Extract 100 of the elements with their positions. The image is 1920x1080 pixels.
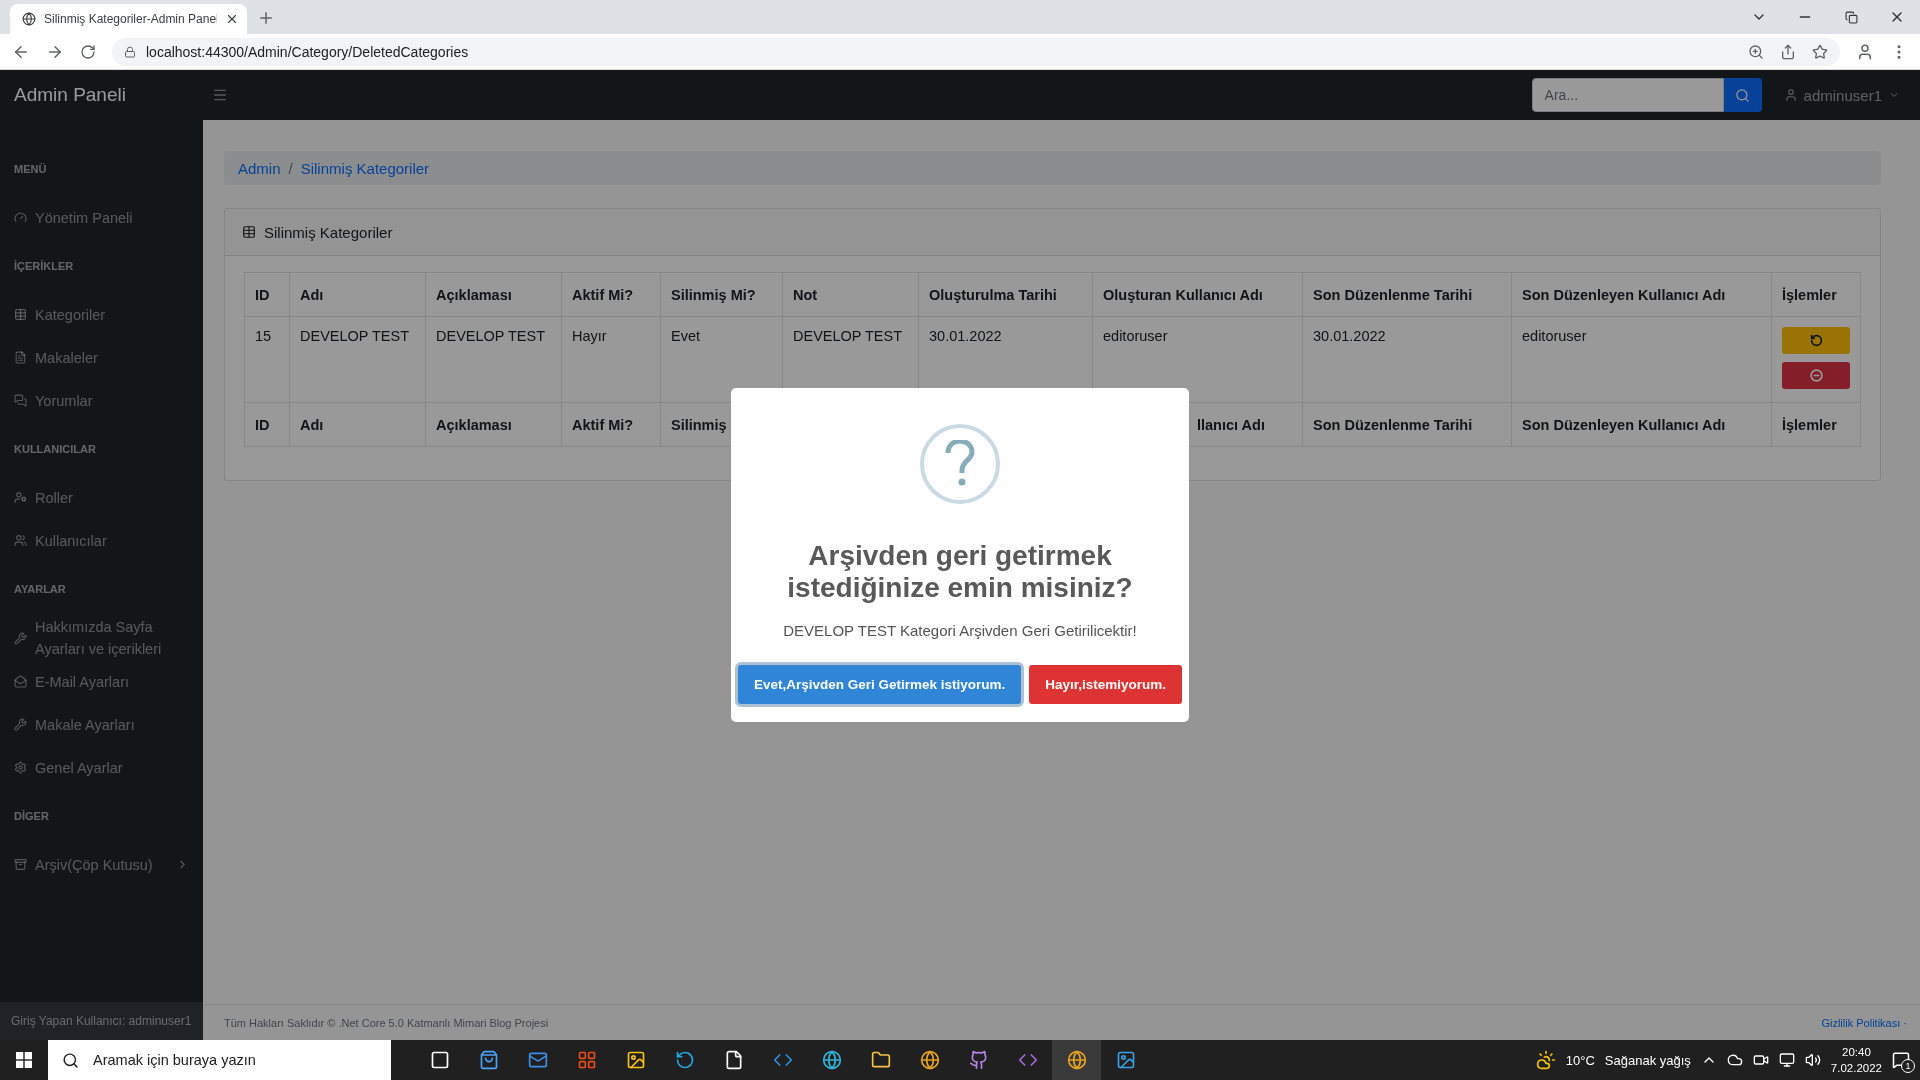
column-header: Aktif Mi? <box>561 272 661 317</box>
cloud-icon[interactable] <box>1726 1052 1743 1068</box>
sidebar-item[interactable]: Kullanıcılar <box>0 519 203 562</box>
sidebar-item[interactable]: Genel Ayarlar <box>0 746 203 789</box>
github-icon <box>968 1050 989 1070</box>
mail-icon <box>527 1050 548 1070</box>
sidebar-item[interactable]: Arşiv(Çöp Kutusu) <box>0 843 203 886</box>
dialog-message: DEVELOP TEST Kategori Arşivden Geri Getirilicektir! <box>783 622 1137 640</box>
search-icon <box>62 1051 79 1069</box>
logged-in-user: Giriş Yapan Kullanıcı: adminuser1 <box>0 1002 203 1040</box>
table-cell: DEVELOP TEST <box>289 316 426 403</box>
volume-icon[interactable] <box>1804 1052 1821 1068</box>
windows-icon <box>16 1052 32 1068</box>
sidebar-item[interactable]: Kategoriler <box>0 293 203 336</box>
confirm-button[interactable]: Evet,Arşivden Geri Getirmek istiyorum. <box>737 665 1022 705</box>
notification-icon[interactable] <box>1892 1051 1910 1069</box>
image-app-icon <box>625 1050 646 1070</box>
profile-icon[interactable] <box>1856 42 1874 61</box>
column-footer: Aktif Mi? <box>561 402 661 447</box>
copyright-text: Tüm Hakları Saklıdır © .Net Core 5.0 Katmanlı Mimari Blog Projesi <box>224 1016 549 1029</box>
task-view-icon <box>429 1050 450 1070</box>
column-header: Son Düzenleyen Kullanıcı Adı <box>1511 272 1772 317</box>
brand-title[interactable]: Admin Paneli <box>14 84 212 106</box>
sidebar-heading: DİGER <box>13 809 50 824</box>
weather-icon <box>1535 1050 1556 1070</box>
dialog-title: Arşivden geri getirmek istediğinize emin misiniz? <box>786 539 1134 605</box>
sidebar-heading: İÇERİKLER <box>13 259 75 274</box>
reload-icon[interactable] <box>80 43 96 60</box>
sidebar-item[interactable]: Yorumlar <box>0 379 203 422</box>
column-footer: ID <box>244 402 290 447</box>
user-menu[interactable]: adminuser1 <box>1777 85 1906 105</box>
privacy-link[interactable]: Gizlilik Politikası · <box>1821 1016 1907 1029</box>
globe-icon <box>22 12 36 26</box>
clock-date: 7.02.2022 <box>1830 1061 1882 1076</box>
minus-circle-icon <box>1809 369 1823 382</box>
address-bar[interactable]: localhost:44300/Admin/Category/DeletedCategories <box>112 37 1840 66</box>
breadcrumb-link[interactable]: Silinmiş Kategoriler <box>300 159 430 177</box>
clock-time: 20:40 <box>1842 1045 1871 1060</box>
notification-count: 1 <box>1901 1059 1915 1073</box>
column-header: Silinmiş Mi? <box>660 272 783 317</box>
column-footer: Son Düzenlenme Tarihi <box>1302 402 1512 447</box>
column-header: Son Düzenlenme Tarihi <box>1302 272 1512 317</box>
table-cell: DEVELOP TEST <box>425 316 562 403</box>
table-cell: editoruser <box>1511 316 1772 403</box>
sidebar-item[interactable]: Makaleler <box>0 336 203 379</box>
sidebar-heading: KULLANICILAR <box>13 442 97 457</box>
camera-icon[interactable] <box>1752 1052 1769 1068</box>
column-header: İşlemler <box>1771 272 1861 317</box>
table-cell: Hayır <box>561 316 661 403</box>
star-icon[interactable] <box>1812 43 1828 60</box>
restore-icon[interactable] <box>1844 10 1858 24</box>
close-icon[interactable] <box>225 12 239 26</box>
column-header: Açıklaması <box>425 272 562 317</box>
undo-icon <box>1809 334 1823 347</box>
url-text: localhost:44300/Admin/Category/DeletedCategories <box>146 43 469 60</box>
tab-title: Silinmiş Kategoriler-Admin Panel <box>44 12 217 26</box>
column-header: ID <box>244 272 290 317</box>
column-header: Not <box>782 272 919 317</box>
sidebar-item[interactable]: Hakkımızda Sayfa Ayarları ve içerikleri <box>0 616 203 660</box>
browser-icon <box>1066 1050 1087 1070</box>
browser-icon <box>919 1050 940 1070</box>
breadcrumb-link[interactable]: Admin <box>238 159 281 177</box>
column-footer: İşlemler <box>1771 402 1861 447</box>
column-footer: Açıklaması <box>425 402 562 447</box>
question-icon <box>920 423 1000 504</box>
cancel-button[interactable]: Hayır,istemiyorum. <box>1029 665 1183 705</box>
sidebar-item[interactable]: E-Mail Ayarları <box>0 660 203 703</box>
card-title: Silinmiş Kategoriler <box>264 223 393 241</box>
breadcrumb-separator: / <box>288 159 293 177</box>
weather-text: Sağanak yağış <box>1604 1052 1691 1068</box>
photos-icon <box>1115 1050 1136 1070</box>
weather-temp: 10°C <box>1565 1052 1595 1068</box>
delete-button[interactable] <box>1782 362 1850 389</box>
column-footer: Son Düzenleyen Kullanıcı Adı <box>1511 402 1772 447</box>
new-tab-icon[interactable] <box>257 9 275 27</box>
browser-tab[interactable]: Silinmiş Kategoriler-Admin Panel <box>10 4 247 34</box>
table-cell: 30.01.2022 <box>1302 316 1512 403</box>
search-icon <box>1735 87 1751 103</box>
browser-icon <box>821 1050 842 1070</box>
column-header: Oluşturulma Tarihi <box>918 272 1093 317</box>
office-icon <box>576 1050 597 1070</box>
column-header: Adı <box>289 272 426 317</box>
folder-icon <box>870 1050 891 1070</box>
lock-icon <box>124 45 136 58</box>
search-field[interactable]: Ara... <box>1531 78 1724 112</box>
restore-button[interactable] <box>1782 327 1850 354</box>
store-icon <box>478 1050 499 1070</box>
share-icon[interactable] <box>1780 43 1796 60</box>
sidebar-heading: MENÜ <box>13 162 48 177</box>
column-footer: Adı <box>289 402 426 447</box>
sidebar-item[interactable]: Roller <box>0 476 203 519</box>
column-header: Oluşturan Kullanıcı Adı <box>1092 272 1303 317</box>
sidebar-heading: AYARLAR <box>13 582 67 597</box>
table-cell: 15 <box>244 316 290 403</box>
sidebar-item[interactable]: Makale Ayarları <box>0 703 203 746</box>
taskbar-search-input[interactable]: Aramak için buraya yazın <box>91 1051 377 1069</box>
sidebar-item[interactable]: Yönetim Paneli <box>0 196 203 239</box>
taskbar-search[interactable]: Aramak için buraya yazın <box>48 1040 391 1080</box>
table-icon <box>242 225 256 239</box>
zoom-icon[interactable] <box>1748 43 1764 60</box>
